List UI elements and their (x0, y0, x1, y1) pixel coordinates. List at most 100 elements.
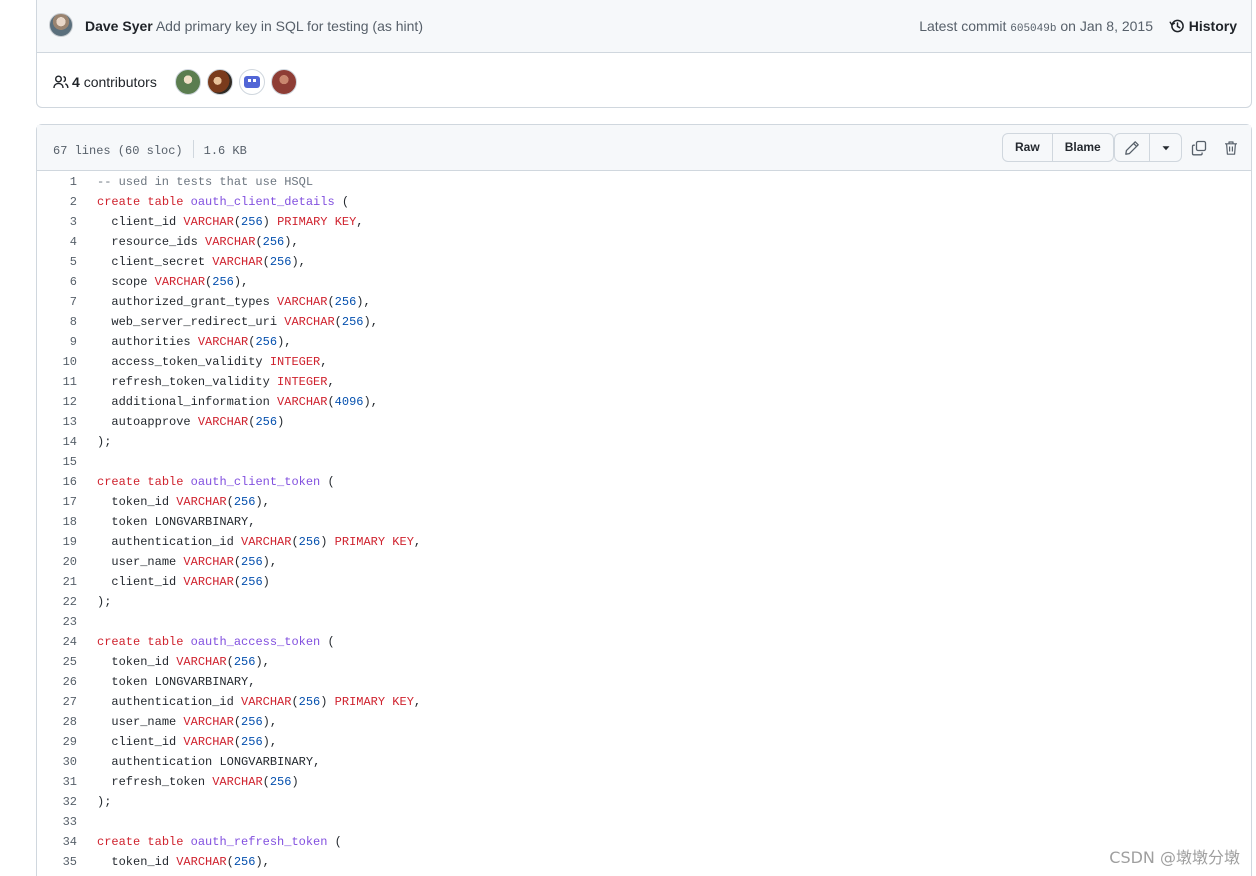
commit-box: Dave Syer Add primary key in SQL for tes… (36, 0, 1252, 108)
people-icon (53, 75, 69, 89)
code-line: 14); (37, 432, 1251, 452)
line-number[interactable]: 19 (37, 532, 77, 552)
code-line: 7 authorized_grant_types VARCHAR(256), (37, 292, 1251, 312)
code-line: 30 authentication LONGVARBINARY, (37, 752, 1251, 772)
commit-author-link[interactable]: Dave Syer (85, 18, 153, 34)
code-line: 26 token LONGVARBINARY, (37, 672, 1251, 692)
robot-identicon (244, 76, 260, 88)
code-line: 35 token_id VARCHAR(256), (37, 852, 1251, 872)
code-line: 5 client_secret VARCHAR(256), (37, 252, 1251, 272)
code-line: 4 resource_ids VARCHAR(256), (37, 232, 1251, 252)
line-number[interactable]: 23 (37, 612, 77, 632)
history-link[interactable]: History (1169, 17, 1237, 35)
line-content: token_id VARCHAR(256), (111, 855, 270, 869)
line-content: token_id VARCHAR(256), (111, 655, 270, 669)
latest-commit-label: Latest commit (919, 18, 1007, 34)
line-number[interactable]: 33 (37, 812, 77, 832)
code-line: 12 additional_information VARCHAR(4096), (37, 392, 1251, 412)
line-number[interactable]: 25 (37, 652, 77, 672)
commit-sha-link[interactable]: 605049b (1010, 23, 1056, 35)
code-line: 32); (37, 792, 1251, 812)
line-number[interactable]: 35 (37, 852, 77, 872)
code-line: 24 create table oauth_access_token ( (37, 632, 1251, 652)
line-content: client_id VARCHAR(256) (111, 575, 270, 589)
contributor-avatar[interactable] (175, 69, 201, 95)
code-line: 23 (37, 612, 1251, 632)
code-line: 9 authorities VARCHAR(256), (37, 332, 1251, 352)
edit-dropdown-button[interactable] (1149, 134, 1181, 161)
contributor-avatar[interactable] (207, 69, 233, 95)
line-number[interactable]: 22 (37, 592, 77, 612)
line-number[interactable]: 5 (37, 252, 77, 272)
line-number[interactable]: 31 (37, 772, 77, 792)
line-content: token LONGVARBINARY, (111, 675, 256, 689)
contributor-avatar[interactable] (271, 69, 297, 95)
code-line: 8 web_server_redirect_uri VARCHAR(256), (37, 312, 1251, 332)
file-info: 67 lines (60 sloc) 1.6 KB (53, 140, 247, 159)
line-number[interactable]: 21 (37, 572, 77, 592)
line-content: create table oauth_refresh_token ( (97, 835, 342, 849)
author-avatar[interactable] (49, 13, 73, 37)
line-content: scope VARCHAR(256), (111, 275, 249, 289)
edit-file-button[interactable] (1115, 134, 1149, 161)
delete-file-button[interactable] (1222, 139, 1240, 157)
line-number[interactable]: 13 (37, 412, 77, 432)
blame-button[interactable]: Blame (1051, 134, 1113, 161)
code-line: 27 authentication_id VARCHAR(256) PRIMAR… (37, 692, 1251, 712)
contributors-count: 4 (72, 74, 80, 90)
line-content: ); (97, 595, 112, 609)
line-number[interactable]: 32 (37, 792, 77, 812)
code-line: 2 create table oauth_client_details ( (37, 192, 1251, 212)
latest-commit-info: Latest commit 605049b on Jan 8, 2015 (919, 17, 1153, 38)
line-number[interactable]: 30 (37, 752, 77, 772)
line-number[interactable]: 20 (37, 552, 77, 572)
line-content: ); (97, 435, 112, 449)
code-line: 31 refresh_token VARCHAR(256) (37, 772, 1251, 792)
file-lines-info: 67 lines (60 sloc) (53, 144, 183, 158)
file-viewer: 67 lines (60 sloc) 1.6 KB Raw Blame 1 -- u… (36, 124, 1252, 876)
contributor-avatar[interactable] (239, 69, 265, 95)
line-number[interactable]: 9 (37, 332, 77, 352)
line-content: autoapprove VARCHAR(256) (111, 415, 285, 429)
line-number[interactable]: 27 (37, 692, 77, 712)
line-number[interactable]: 28 (37, 712, 77, 732)
line-content: ); (97, 795, 112, 809)
code-line: 11 refresh_token_validity INTEGER, (37, 372, 1251, 392)
copy-raw-button[interactable] (1190, 139, 1208, 157)
line-number[interactable]: 18 (37, 512, 77, 532)
line-number[interactable]: 1 (37, 172, 77, 192)
line-content: refresh_token_validity INTEGER, (111, 375, 335, 389)
code-line: 6 scope VARCHAR(256), (37, 272, 1251, 292)
line-number[interactable]: 2 (37, 192, 77, 212)
raw-button[interactable]: Raw (1003, 134, 1052, 161)
line-content: web_server_redirect_uri VARCHAR(256), (111, 315, 378, 329)
line-number[interactable]: 6 (37, 272, 77, 292)
line-number[interactable]: 12 (37, 392, 77, 412)
contributors-link[interactable]: 4 contributors (53, 73, 157, 91)
line-content: -- used in tests that use HSQL (97, 175, 314, 189)
line-number[interactable]: 34 (37, 832, 77, 852)
line-number[interactable]: 26 (37, 672, 77, 692)
line-number[interactable]: 15 (37, 452, 77, 472)
divider (192, 140, 194, 158)
code-line: 16 create table oauth_client_token ( (37, 472, 1251, 492)
code-line: 22); (37, 592, 1251, 612)
line-number[interactable]: 11 (37, 372, 77, 392)
code-line: 21 client_id VARCHAR(256) (37, 572, 1251, 592)
code-line: 13 autoapprove VARCHAR(256) (37, 412, 1251, 432)
line-number[interactable]: 17 (37, 492, 77, 512)
latest-commit-bar: Dave Syer Add primary key in SQL for tes… (37, 0, 1251, 53)
line-content: access_token_validity INTEGER, (111, 355, 328, 369)
code-line: 25 token_id VARCHAR(256), (37, 652, 1251, 672)
line-number[interactable]: 29 (37, 732, 77, 752)
line-number[interactable]: 8 (37, 312, 77, 332)
line-number[interactable]: 16 (37, 472, 77, 492)
line-number[interactable]: 4 (37, 232, 77, 252)
line-number[interactable]: 3 (37, 212, 77, 232)
line-number[interactable]: 7 (37, 292, 77, 312)
line-number[interactable]: 24 (37, 632, 77, 652)
line-number[interactable]: 10 (37, 352, 77, 372)
line-content: client_id VARCHAR(256) PRIMARY KEY, (111, 215, 364, 229)
line-number[interactable]: 14 (37, 432, 77, 452)
commit-message-link[interactable]: Add primary key in SQL for testing (as h… (156, 18, 423, 34)
